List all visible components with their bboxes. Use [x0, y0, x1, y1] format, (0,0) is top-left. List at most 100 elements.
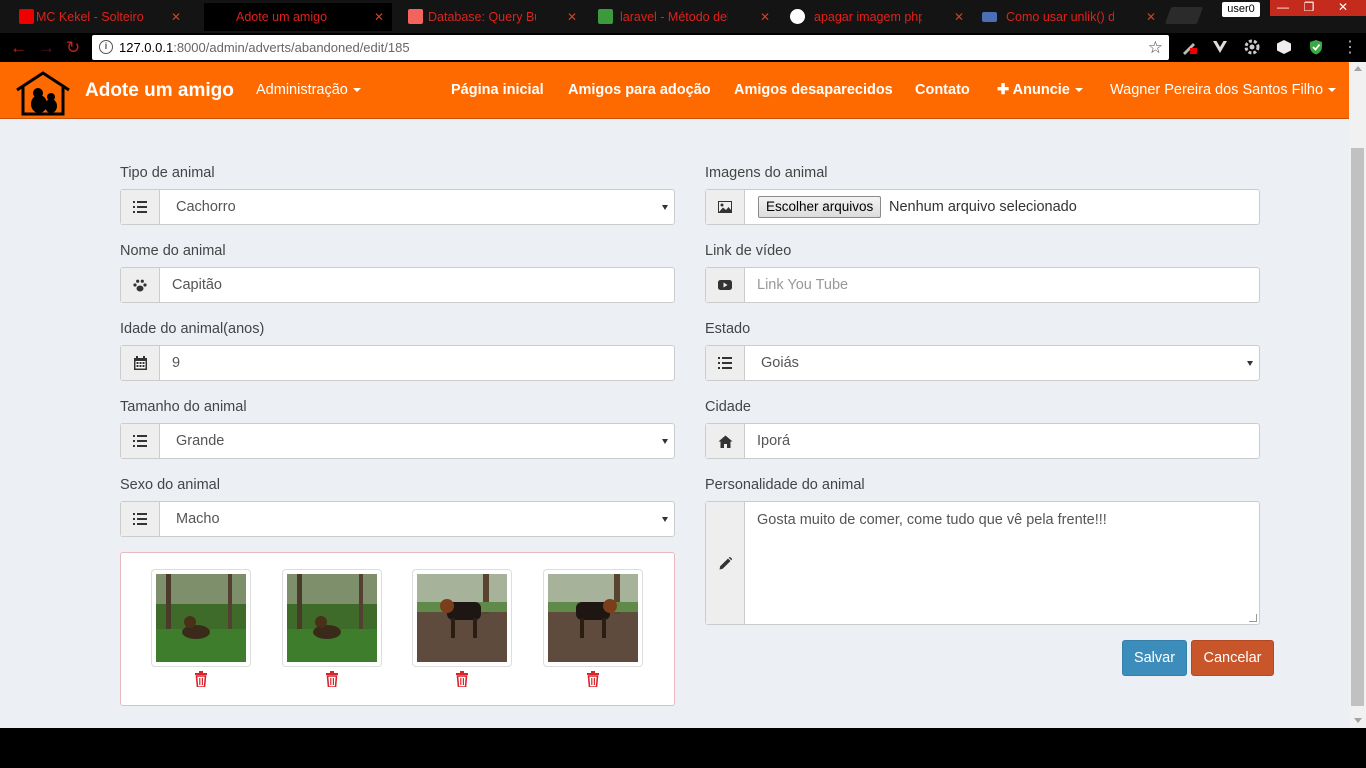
personality-textarea[interactable]: Gosta muito de comer, come tudo que vê p…: [705, 501, 1260, 625]
php-icon: [982, 12, 997, 22]
close-icon[interactable]: ✕: [1146, 10, 1156, 24]
scroll-thumb[interactable]: [1351, 148, 1364, 706]
cube-extension-icon[interactable]: [1275, 38, 1293, 56]
browser-tab-stackoverflow[interactable]: laravel - Método delete ✕: [592, 3, 778, 31]
nav-admin-label: Administração: [256, 82, 348, 98]
minimize-button[interactable]: —: [1270, 0, 1296, 16]
browser-tab-adote[interactable]: Adote um amigo ✕: [204, 3, 392, 31]
stackoverflow-icon: [598, 9, 613, 24]
gallery-image-card[interactable]: [282, 569, 382, 667]
list-icon: [706, 346, 745, 380]
animal-sex-text: Macho: [176, 511, 220, 527]
animal-type-label: Tipo de animal: [120, 165, 215, 181]
browser-tab-youtube[interactable]: MC Kekel - Solteiro Já ✕: [14, 3, 189, 31]
back-icon[interactable]: ←: [10, 38, 27, 58]
trash-icon[interactable]: [455, 671, 469, 687]
images-file-input[interactable]: Escolher arquivos Nenhum arquivo selecio…: [705, 189, 1260, 225]
close-icon[interactable]: ✕: [760, 10, 770, 24]
plus-icon: ✚: [997, 82, 1010, 98]
animal-sex-select[interactable]: Macho: [120, 501, 675, 537]
caret-down-icon: [1074, 88, 1083, 93]
gallery-image-card[interactable]: [543, 569, 643, 667]
animal-type-text: Cachorro: [176, 199, 236, 215]
scroll-down-icon[interactable]: [1354, 718, 1362, 723]
cancel-button[interactable]: Cancelar: [1191, 640, 1274, 676]
info-icon[interactable]: i: [99, 40, 113, 54]
animal-size-label: Tamanho do animal: [120, 399, 247, 415]
gallery-image-card[interactable]: [412, 569, 512, 667]
url-path: :8000/admin/adverts/abandoned/edit/185: [173, 40, 410, 55]
animal-type-select[interactable]: Cachorro: [120, 189, 675, 225]
state-label: Estado: [705, 321, 751, 337]
close-icon[interactable]: ✕: [171, 10, 181, 24]
trash-icon[interactable]: [325, 671, 339, 687]
city-field[interactable]: Iporá: [705, 423, 1260, 459]
nav-user-label: Wagner Pereira dos Santos Filho: [1110, 82, 1324, 98]
nav-user-menu[interactable]: Wagner Pereira dos Santos Filho: [1110, 82, 1337, 98]
resize-handle-icon[interactable]: [1249, 614, 1257, 622]
animal-age-value: 9: [172, 355, 181, 371]
images-file-area: Escolher arquivos Nenhum arquivo selecio…: [746, 190, 1259, 224]
gear-extension-icon[interactable]: [1243, 38, 1261, 56]
brand-name[interactable]: Adote um amigo: [85, 80, 234, 102]
tab-title: MC Kekel - Solteiro Já: [36, 10, 144, 24]
new-tab-button[interactable]: [1164, 7, 1204, 24]
list-icon: [121, 502, 160, 536]
bookmark-star-icon[interactable]: ☆: [1148, 35, 1163, 60]
close-icon[interactable]: ✕: [954, 10, 964, 24]
gallery-image-card[interactable]: [151, 569, 251, 667]
pencil-icon: [706, 502, 745, 624]
page-scrollbar[interactable]: [1349, 62, 1366, 728]
list-icon: [121, 424, 160, 458]
animal-size-value: Grande: [161, 424, 674, 458]
forward-icon[interactable]: →: [38, 38, 55, 58]
nav-admin-menu[interactable]: Administração: [256, 82, 361, 98]
state-select[interactable]: Goiás: [705, 345, 1260, 381]
close-window-button[interactable]: ✕: [1320, 0, 1366, 16]
trash-icon[interactable]: [586, 671, 600, 687]
animal-sex-value: Macho: [161, 502, 674, 536]
page-content: Adote um amigo Administração Página inic…: [0, 62, 1349, 728]
laravel-icon: [408, 9, 423, 24]
user-badge[interactable]: user0: [1222, 2, 1260, 17]
reload-icon[interactable]: ↻: [66, 38, 80, 58]
browser-tab-php[interactable]: Como usar unlik() do ph ✕: [978, 3, 1164, 31]
browser-tab-laravel[interactable]: Database: Query Builde ✕: [400, 3, 585, 31]
caret-down-icon: [1328, 88, 1337, 93]
dog-photo: [156, 574, 246, 662]
chevron-down-icon: [1247, 361, 1253, 366]
nav-home[interactable]: Página inicial: [451, 82, 544, 98]
nav-adoption[interactable]: Amigos para adoção: [568, 82, 711, 98]
youtube-icon: [19, 9, 34, 24]
menu-dots-icon[interactable]: ⋮: [1342, 37, 1358, 57]
image-icon: [706, 190, 745, 224]
youtube-icon: [706, 268, 745, 302]
choose-files-button[interactable]: Escolher arquivos: [758, 196, 882, 218]
house-paw-logo-icon[interactable]: [14, 70, 72, 116]
close-icon[interactable]: ✕: [567, 10, 577, 24]
video-link-field[interactable]: Link You Tube: [705, 267, 1260, 303]
video-label: Link de vídeo: [705, 243, 792, 259]
close-icon[interactable]: ✕: [374, 10, 384, 24]
url-host: 127.0.0.1: [119, 40, 174, 55]
animal-age-field[interactable]: 9: [120, 345, 675, 381]
maximize-button[interactable]: ❐: [1296, 0, 1322, 16]
nav-contact[interactable]: Contato: [915, 82, 970, 98]
scroll-up-icon[interactable]: [1354, 66, 1362, 71]
animal-size-text: Grande: [176, 433, 225, 449]
save-button[interactable]: Salvar: [1122, 640, 1187, 676]
vuejs-extension-icon[interactable]: [1211, 38, 1229, 56]
file-status: Nenhum arquivo selecionado: [889, 199, 1077, 215]
pen-extension-icon[interactable]: [1180, 38, 1198, 56]
animal-size-select[interactable]: Grande: [120, 423, 675, 459]
nav-advertise-menu[interactable]: ✚ Anuncie: [997, 82, 1083, 98]
shield-extension-icon[interactable]: [1307, 38, 1325, 56]
address-bar[interactable]: i 127.0.0.1:8000/admin/adverts/abandoned…: [92, 35, 1169, 60]
animal-name-value: Capitão: [172, 277, 222, 293]
animal-name-field[interactable]: Capitão: [120, 267, 675, 303]
list-icon: [121, 190, 160, 224]
browser-tab-google[interactable]: apagar imagem php - Pe ✕: [786, 3, 972, 31]
trash-icon[interactable]: [194, 671, 208, 687]
tab-title: Database: Query Builde: [428, 10, 536, 24]
nav-missing[interactable]: Amigos desaparecidos: [734, 82, 893, 98]
